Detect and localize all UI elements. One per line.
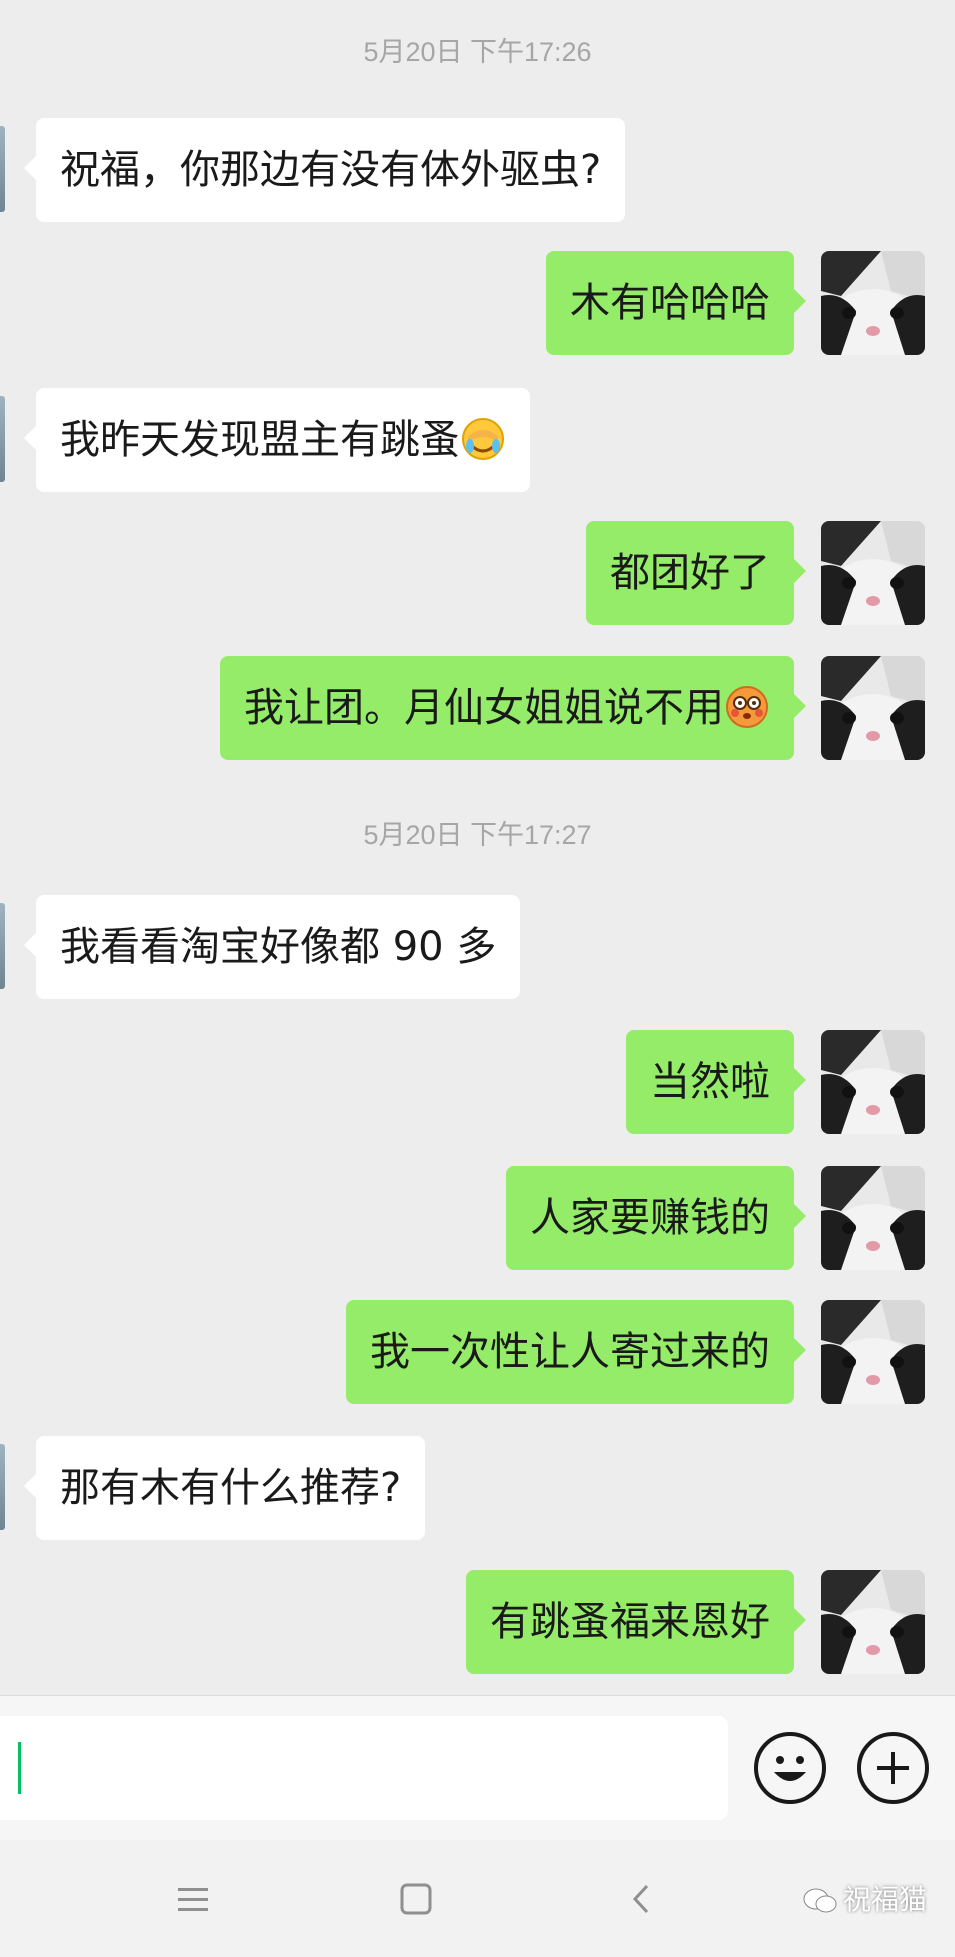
- message-row: 人家要赚钱的: [0, 1166, 955, 1270]
- input-bar: [0, 1695, 955, 1840]
- cat-photo-icon: [821, 1570, 925, 1674]
- message-row: 木有哈哈哈: [0, 251, 955, 355]
- message-row: 我让团。月仙女姐姐说不用: [0, 656, 955, 760]
- cat-photo-icon: [821, 521, 925, 625]
- plus-icon: [877, 1752, 909, 1784]
- emoji-button[interactable]: [754, 1732, 826, 1804]
- message-bubble[interactable]: 我让团。月仙女姐姐说不用: [220, 656, 806, 760]
- message-input[interactable]: [0, 1716, 728, 1820]
- cat-avatar[interactable]: [821, 251, 925, 355]
- facepalm-crying-emoji: [462, 418, 504, 460]
- flushed-face-emoji: [726, 686, 768, 728]
- cat-photo-icon: [821, 1030, 925, 1134]
- message-text: 我一次性让人寄过来的: [370, 1329, 770, 1375]
- cat-photo-icon: [821, 1300, 925, 1404]
- watermark-text: 祝福猫: [842, 1883, 927, 1916]
- cat-photo-icon: [821, 251, 925, 355]
- message-bubble[interactable]: 木有哈哈哈: [546, 251, 806, 355]
- message-text: 我看看淘宝好像都 90 多: [60, 924, 497, 970]
- message-text: 木有哈哈哈: [570, 280, 770, 326]
- wechat-bubble-icon: [803, 1888, 837, 1913]
- cat-photo-icon: [821, 656, 925, 760]
- message-text: 当然啦: [650, 1059, 770, 1105]
- message-bubble[interactable]: 都团好了: [586, 521, 806, 625]
- menu-icon[interactable]: [168, 1874, 218, 1924]
- chat-area[interactable]: 5月20日 下午17:26 祝福，你那边有没有体外驱虫? 木有哈哈哈 我昨天发现…: [0, 0, 955, 1695]
- cat-avatar[interactable]: [821, 521, 925, 625]
- message-text: 我昨天发现盟主有跳蚤: [60, 417, 460, 463]
- message-text: 都团好了: [610, 550, 770, 596]
- back-chevron-icon[interactable]: [617, 1874, 667, 1924]
- message-row: 那有木有什么推荐?: [0, 1436, 955, 1540]
- cat-photo-icon: [821, 1166, 925, 1270]
- cat-avatar[interactable]: [821, 1300, 925, 1404]
- message-bubble[interactable]: 祝福，你那边有没有体外驱虫?: [23, 118, 626, 222]
- emoji-icon: [774, 1756, 806, 1781]
- message-row: 我一次性让人寄过来的: [0, 1300, 955, 1404]
- cat-avatar[interactable]: [821, 656, 925, 760]
- message-text: 祝福，你那边有没有体外驱虫?: [60, 147, 602, 193]
- watermark: 祝福猫: [803, 1878, 927, 1918]
- message-text: 人家要赚钱的: [530, 1195, 770, 1241]
- message-row: 有跳蚤福来恩好: [0, 1570, 955, 1674]
- plus-button[interactable]: [857, 1732, 929, 1804]
- peer-avatar[interactable]: [0, 396, 5, 482]
- message-bubble[interactable]: 那有木有什么推荐?: [23, 1436, 426, 1540]
- message-text: 我让团。月仙女姐姐说不用: [244, 685, 724, 731]
- message-bubble[interactable]: 当然啦: [626, 1030, 806, 1134]
- message-bubble[interactable]: 有跳蚤福来恩好: [466, 1570, 806, 1674]
- text-caret: [18, 1742, 21, 1794]
- system-nav-bar: 祝福猫: [0, 1840, 955, 1957]
- message-row: 我看看淘宝好像都 90 多: [0, 895, 955, 999]
- cat-avatar[interactable]: [821, 1166, 925, 1270]
- peer-avatar[interactable]: [0, 903, 5, 989]
- timestamp: 5月20日 下午17:26: [363, 37, 592, 67]
- message-bubble[interactable]: 我看看淘宝好像都 90 多: [23, 895, 521, 999]
- home-square-icon[interactable]: [391, 1874, 441, 1924]
- message-row: 都团好了: [0, 521, 955, 625]
- cat-avatar[interactable]: [821, 1030, 925, 1134]
- cat-avatar[interactable]: [821, 1570, 925, 1674]
- peer-avatar[interactable]: [0, 1444, 5, 1530]
- message-bubble[interactable]: 我昨天发现盟主有跳蚤: [24, 388, 530, 492]
- message-row: 我昨天发现盟主有跳蚤: [0, 388, 955, 492]
- message-text: 有跳蚤福来恩好: [490, 1599, 770, 1645]
- message-text: 那有木有什么推荐?: [60, 1465, 402, 1511]
- message-bubble[interactable]: 人家要赚钱的: [506, 1166, 806, 1270]
- message-row: 祝福，你那边有没有体外驱虫?: [0, 118, 955, 222]
- timestamp: 5月20日 下午17:27: [363, 820, 592, 850]
- peer-avatar[interactable]: [0, 126, 5, 212]
- message-row: 当然啦: [0, 1030, 955, 1134]
- message-bubble[interactable]: 我一次性让人寄过来的: [346, 1300, 806, 1404]
